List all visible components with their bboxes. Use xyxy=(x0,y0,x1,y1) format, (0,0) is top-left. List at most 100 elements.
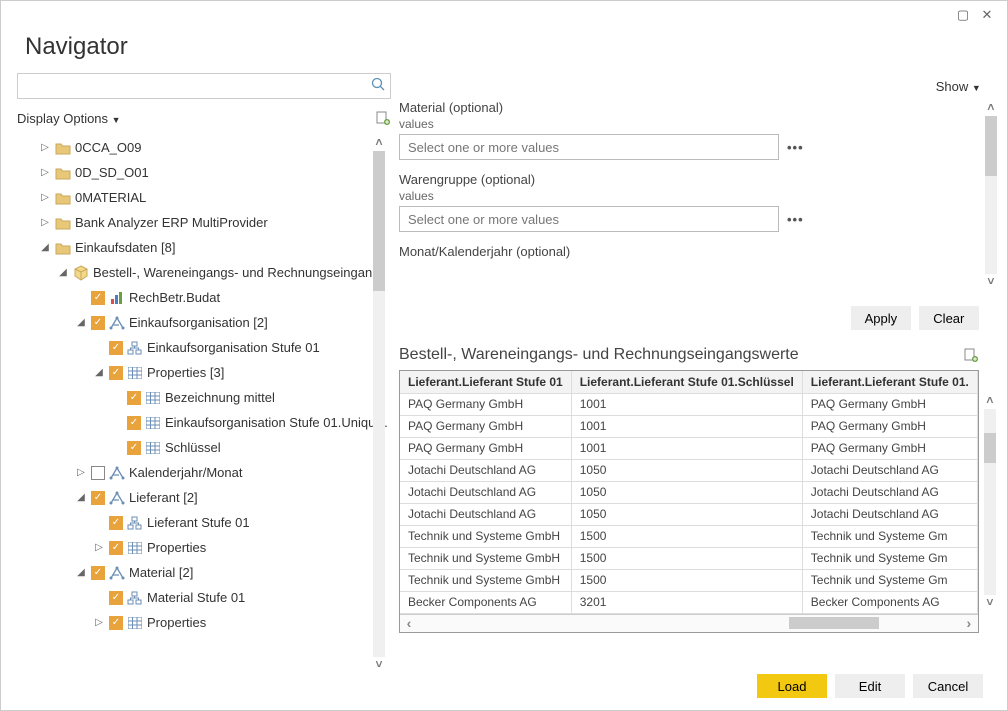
scroll-down-arrow[interactable]: ˅ xyxy=(371,657,387,673)
table-cell: Technik und Systeme Gm xyxy=(802,547,977,569)
column-header[interactable]: Lieferant.Lieferant Stufe 01.Schlüssel xyxy=(571,371,802,393)
table-scroll-down[interactable]: ˅ xyxy=(982,595,998,611)
display-options-dropdown[interactable]: Display Options ▼ xyxy=(17,111,121,126)
checkbox[interactable]: ✓ xyxy=(109,616,123,630)
tree-item-label: Einkaufsorganisation [2] xyxy=(129,310,391,335)
load-button[interactable]: Load xyxy=(757,674,827,698)
checkbox[interactable]: ✓ xyxy=(127,416,141,430)
checkbox[interactable]: ✓ xyxy=(109,516,123,530)
refresh-preview-icon[interactable] xyxy=(963,347,979,363)
filter-values-input[interactable] xyxy=(399,206,779,232)
tree-view[interactable]: ▷ 0CCA_O09▷0D_SD_O01▷0MATERIAL▷Bank Analy… xyxy=(17,135,391,673)
table-row[interactable]: PAQ Germany GmbH1001PAQ Germany GmbH xyxy=(400,437,977,459)
tree-item[interactable]: ◢✓Properties [3] xyxy=(17,360,391,385)
expand-toggle[interactable]: ▷ xyxy=(75,460,87,485)
tree-item[interactable]: ▷ 0CCA_O09 xyxy=(17,135,391,160)
checkbox[interactable]: ✓ xyxy=(91,491,105,505)
expand-toggle[interactable]: ▷ xyxy=(39,210,51,235)
table-row[interactable]: Jotachi Deutschland AG1050Jotachi Deutsc… xyxy=(400,459,977,481)
tree-item[interactable]: ▷0MATERIAL xyxy=(17,185,391,210)
hier-icon xyxy=(127,515,143,531)
expand-toggle[interactable]: ▷ xyxy=(39,160,51,185)
expand-toggle[interactable]: ◢ xyxy=(75,560,87,585)
tree-item[interactable]: ◢✓Material [2] xyxy=(17,560,391,585)
close-button[interactable]: ✕ xyxy=(975,5,999,25)
expand-toggle[interactable]: ◢ xyxy=(57,260,69,285)
tree-item[interactable]: ▷0D_SD_O01 xyxy=(17,160,391,185)
table-scroll-up[interactable]: ˄ xyxy=(982,393,998,409)
table-cell: Jotachi Deutschland AG xyxy=(802,459,977,481)
table-row[interactable]: Jotachi Deutschland AG1050Jotachi Deutsc… xyxy=(400,503,977,525)
checkbox[interactable]: ✓ xyxy=(91,316,105,330)
expand-toggle[interactable]: ▷ xyxy=(39,135,51,160)
checkbox[interactable]: ✓ xyxy=(109,541,123,555)
cancel-button[interactable]: Cancel xyxy=(913,674,983,698)
edit-button[interactable]: Edit xyxy=(835,674,905,698)
tree-item[interactable]: ▷✓Properties xyxy=(17,535,391,560)
expand-toggle[interactable]: ▷ xyxy=(39,185,51,210)
checkbox[interactable]: ✓ xyxy=(127,391,141,405)
apply-button[interactable]: Apply xyxy=(851,306,911,330)
tree-item[interactable]: ✓Einkaufsorganisation Stufe 01.UniqueNa.… xyxy=(17,410,391,435)
tree-item[interactable]: ▷Kalenderjahr/Monat xyxy=(17,460,391,485)
expand-toggle[interactable]: ◢ xyxy=(75,310,87,335)
table-cell: Jotachi Deutschland AG xyxy=(802,481,977,503)
tree-item[interactable]: ◢Bestell-, Wareneingangs- und Rechnungse… xyxy=(17,260,391,285)
tree-item[interactable]: ▷✓Properties xyxy=(17,610,391,635)
table-row[interactable]: PAQ Germany GmbH1001PAQ Germany GmbH xyxy=(400,415,977,437)
table-row[interactable]: Technik und Systeme GmbH1500Technik und … xyxy=(400,525,977,547)
checkbox[interactable]: ✓ xyxy=(109,341,123,355)
table-row[interactable]: Becker Components AG3201Becker Component… xyxy=(400,591,977,613)
table-row[interactable]: Technik und Systeme GmbH1500Technik und … xyxy=(400,547,977,569)
browse-values-button[interactable]: ••• xyxy=(787,140,804,155)
scroll-up-arrow[interactable]: ˄ xyxy=(371,135,387,151)
browse-values-button[interactable]: ••• xyxy=(787,212,804,227)
preview-table[interactable]: Lieferant.Lieferant Stufe 01Lieferant.Li… xyxy=(399,370,979,633)
checkbox[interactable]: ✓ xyxy=(109,366,123,380)
tree-item[interactable]: ✓Einkaufsorganisation Stufe 01 xyxy=(17,335,391,360)
table-cell: PAQ Germany GmbH xyxy=(802,437,977,459)
tree-item[interactable]: ◢Einkaufsdaten [8] xyxy=(17,235,391,260)
checkbox[interactable]: ✓ xyxy=(91,291,105,305)
refresh-icon[interactable] xyxy=(375,110,391,126)
expand-toggle[interactable]: ▷ xyxy=(93,610,105,635)
filter-values-input[interactable] xyxy=(399,134,779,160)
column-header[interactable]: Lieferant.Lieferant Stufe 01. xyxy=(802,371,977,393)
tree-item[interactable]: ◢ ✓ Einkaufsorganisation [2] xyxy=(17,310,391,335)
clear-button[interactable]: Clear xyxy=(919,306,979,330)
tree-item[interactable]: ▷Bank Analyzer ERP MultiProvider xyxy=(17,210,391,235)
checkbox[interactable]: ✓ xyxy=(109,591,123,605)
show-dropdown[interactable]: Show ▼ xyxy=(936,79,981,94)
expand-toggle[interactable]: ▷ xyxy=(93,535,105,560)
h-scroll-left[interactable]: ‹ xyxy=(400,615,418,631)
checkbox[interactable]: ✓ xyxy=(127,441,141,455)
expand-toggle[interactable]: ◢ xyxy=(93,360,105,385)
maximize-button[interactable]: ▢ xyxy=(951,5,975,25)
tree-item[interactable]: ✓Lieferant Stufe 01 xyxy=(17,510,391,535)
table-cell: 1001 xyxy=(571,393,802,415)
table-cell: 1500 xyxy=(571,525,802,547)
h-scroll-right[interactable]: › xyxy=(960,615,978,631)
table-row[interactable]: Technik und Systeme GmbH1500Technik und … xyxy=(400,569,977,591)
tree-item[interactable]: ✓RechBetr.Budat xyxy=(17,285,391,310)
expand-toggle[interactable]: ◢ xyxy=(75,485,87,510)
table-row[interactable]: Jotachi Deutschland AG1050Jotachi Deutsc… xyxy=(400,481,977,503)
table-row[interactable]: PAQ Germany GmbH1001PAQ Germany GmbH xyxy=(400,393,977,415)
expand-toggle[interactable]: ◢ xyxy=(39,235,51,260)
tree-item[interactable]: ✓Schlüssel xyxy=(17,435,391,460)
tree-item-label: 0CCA_O09 xyxy=(75,135,391,160)
search-input[interactable] xyxy=(17,73,391,99)
h-scroll-thumb[interactable] xyxy=(789,617,879,629)
tree-item-label: Lieferant [2] xyxy=(129,485,391,510)
search-icon[interactable] xyxy=(371,77,385,91)
filter-scroll-down[interactable]: ˅ xyxy=(983,274,999,290)
folder-icon xyxy=(55,215,71,231)
tree-item[interactable]: ✓Bezeichnung mittel xyxy=(17,385,391,410)
table-cell: PAQ Germany GmbH xyxy=(400,415,571,437)
checkbox[interactable]: ✓ xyxy=(91,566,105,580)
checkbox[interactable] xyxy=(91,466,105,480)
tree-item[interactable]: ✓Material Stufe 01 xyxy=(17,585,391,610)
tree-item[interactable]: ◢ ✓ Lieferant [2] xyxy=(17,485,391,510)
filter-scroll-up[interactable]: ˄ xyxy=(983,100,999,116)
column-header[interactable]: Lieferant.Lieferant Stufe 01 xyxy=(400,371,571,393)
